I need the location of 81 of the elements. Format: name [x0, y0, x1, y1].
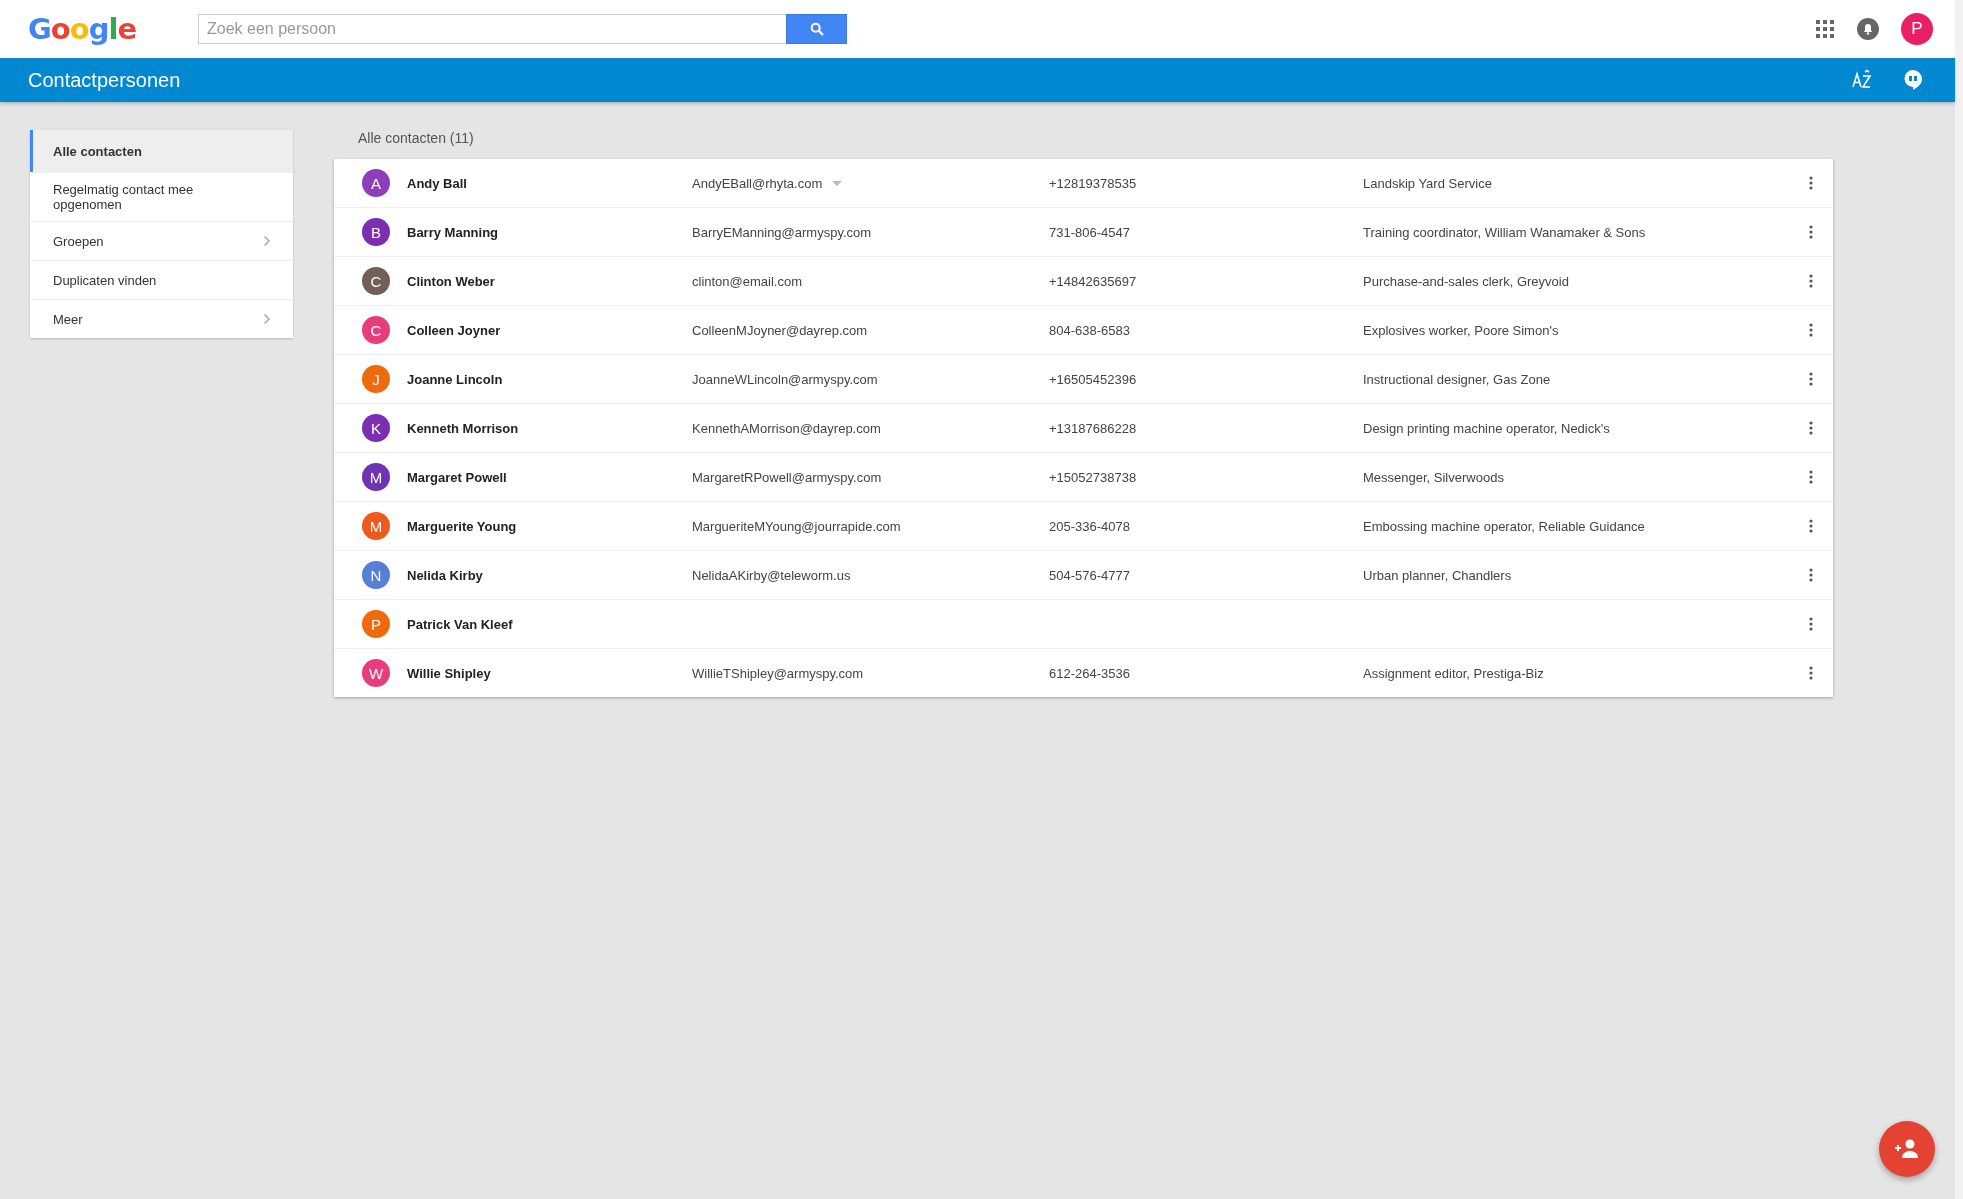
- sidebar-item[interactable]: Alle contacten: [30, 130, 293, 172]
- contact-avatar: M: [362, 463, 390, 491]
- contact-email: AndyEBall@rhyta.com: [692, 175, 823, 191]
- contact-job: Explosives worker, Poore Simon's: [1363, 322, 1560, 338]
- contact-avatar: M: [362, 512, 390, 540]
- contact-email: BarryEManning@armyspy.com: [692, 224, 872, 240]
- google-logo[interactable]: Google: [28, 12, 170, 46]
- contact-job: Messenger, Silverwoods: [1363, 469, 1505, 485]
- contact-phone: 504-576-4777: [1049, 567, 1131, 583]
- contact-phone: +13187686228: [1049, 420, 1138, 436]
- contact-job: Assignment editor, Prestiga-Biz: [1363, 665, 1545, 681]
- contact-name[interactable]: Kenneth Morrison: [407, 420, 692, 436]
- contact-name[interactable]: Clinton Weber: [407, 273, 692, 289]
- list-heading: Alle contacten (11): [357, 129, 475, 148]
- contact-name[interactable]: Andy Ball: [407, 175, 692, 191]
- contact-job: Instructional designer, Gas Zone: [1363, 371, 1552, 387]
- contact-email: KennethAMorrison@dayrep.com: [692, 420, 881, 436]
- more-options-icon[interactable]: [1809, 666, 1813, 680]
- contact-phone: +15052738738: [1049, 469, 1138, 485]
- contact-job: Landskip Yard Service: [1363, 175, 1493, 191]
- contact-email: MargaretRPowell@armyspy.com: [692, 469, 882, 485]
- add-contact-button[interactable]: [1879, 1121, 1935, 1177]
- more-options-icon[interactable]: [1809, 519, 1813, 533]
- more-options-icon[interactable]: [1809, 421, 1813, 435]
- feedback-quote-icon[interactable]: [1903, 69, 1923, 91]
- contact-email: ColleenMJoyner@dayrep.com: [692, 322, 868, 338]
- app-title: Contactpersonen: [28, 68, 181, 92]
- contact-job: Design printing machine operator, Nedick's: [1363, 420, 1611, 436]
- search-button[interactable]: [786, 14, 847, 44]
- contact-email: JoanneWLincoln@armyspy.com: [692, 371, 878, 387]
- sidebar-item[interactable]: Groepen: [30, 221, 293, 260]
- contact-avatar: K: [362, 414, 390, 442]
- apps-grid-icon[interactable]: [1815, 19, 1835, 39]
- contact-name[interactable]: Colleen Joyner: [407, 322, 692, 338]
- contact-phone: +14842635697: [1049, 273, 1138, 289]
- more-options-icon[interactable]: [1809, 176, 1813, 190]
- account-avatar[interactable]: P: [1901, 13, 1933, 45]
- contact-avatar: C: [362, 316, 390, 344]
- contact-avatar: J: [362, 365, 390, 393]
- more-options-icon[interactable]: [1809, 617, 1813, 631]
- more-options-icon[interactable]: [1809, 225, 1813, 239]
- more-options-icon[interactable]: [1809, 372, 1813, 386]
- more-options-icon[interactable]: [1809, 274, 1813, 288]
- contact-job: Training coordinator, William Wanamaker & Sons: [1363, 224, 1647, 240]
- contact-name[interactable]: Willie Shipley: [407, 665, 692, 681]
- contact-name[interactable]: Nelida Kirby: [407, 567, 692, 583]
- contact-name[interactable]: Joanne Lincoln: [407, 371, 692, 387]
- contact-name[interactable]: Margaret Powell: [407, 469, 692, 485]
- contact-job: Purchase-and-sales clerk, Greyvoid: [1363, 273, 1570, 289]
- contact-email: clinton@email.com: [692, 273, 802, 289]
- contact-avatar: W: [362, 659, 390, 687]
- contact-avatar: N: [362, 561, 390, 589]
- contact-phone: +16505452396: [1049, 371, 1138, 387]
- more-options-icon[interactable]: [1809, 323, 1813, 337]
- contact-name[interactable]: Patrick Van Kleef: [407, 616, 692, 632]
- contact-avatar: B: [362, 218, 390, 246]
- contact-email: WillieTShipley@armyspy.com: [692, 665, 864, 681]
- search-icon: [808, 21, 825, 37]
- contact-avatar: A: [362, 169, 390, 197]
- contact-phone: 804-638-6583: [1049, 322, 1131, 338]
- add-person-icon: [1894, 1139, 1920, 1159]
- contact-job: Urban planner, Chandlers: [1363, 567, 1513, 583]
- contact-email: NelidaAKirby@teleworm.us: [692, 567, 851, 583]
- sidebar-item[interactable]: Meer: [30, 299, 293, 338]
- contact-name[interactable]: Marguerite Young: [407, 518, 692, 534]
- contact-phone: 731-806-4547: [1049, 224, 1131, 240]
- sidebar-item[interactable]: Regelmatig contact mee opgenomen: [30, 172, 293, 221]
- search-field[interactable]: Zoek een persoon: [198, 14, 786, 44]
- contact-email: MargueriteMYoung@jourrapide.com: [692, 518, 901, 534]
- notifications-bell-icon[interactable]: [1857, 18, 1879, 40]
- contact-phone: +12819378535: [1049, 175, 1138, 191]
- more-options-icon[interactable]: [1809, 470, 1813, 484]
- more-options-icon[interactable]: [1809, 568, 1813, 582]
- contact-avatar: C: [362, 267, 390, 295]
- contact-phone: 612-264-3536: [1049, 665, 1131, 681]
- contact-avatar: P: [362, 610, 390, 638]
- sort-az-icon[interactable]: [1851, 69, 1873, 91]
- contact-phone: 205-336-4078: [1049, 518, 1131, 534]
- contact-job: Embossing machine operator, Reliable Guidance: [1363, 518, 1646, 534]
- sidebar-item[interactable]: Duplicaten vinden: [30, 260, 293, 299]
- contact-name[interactable]: Barry Manning: [407, 224, 692, 240]
